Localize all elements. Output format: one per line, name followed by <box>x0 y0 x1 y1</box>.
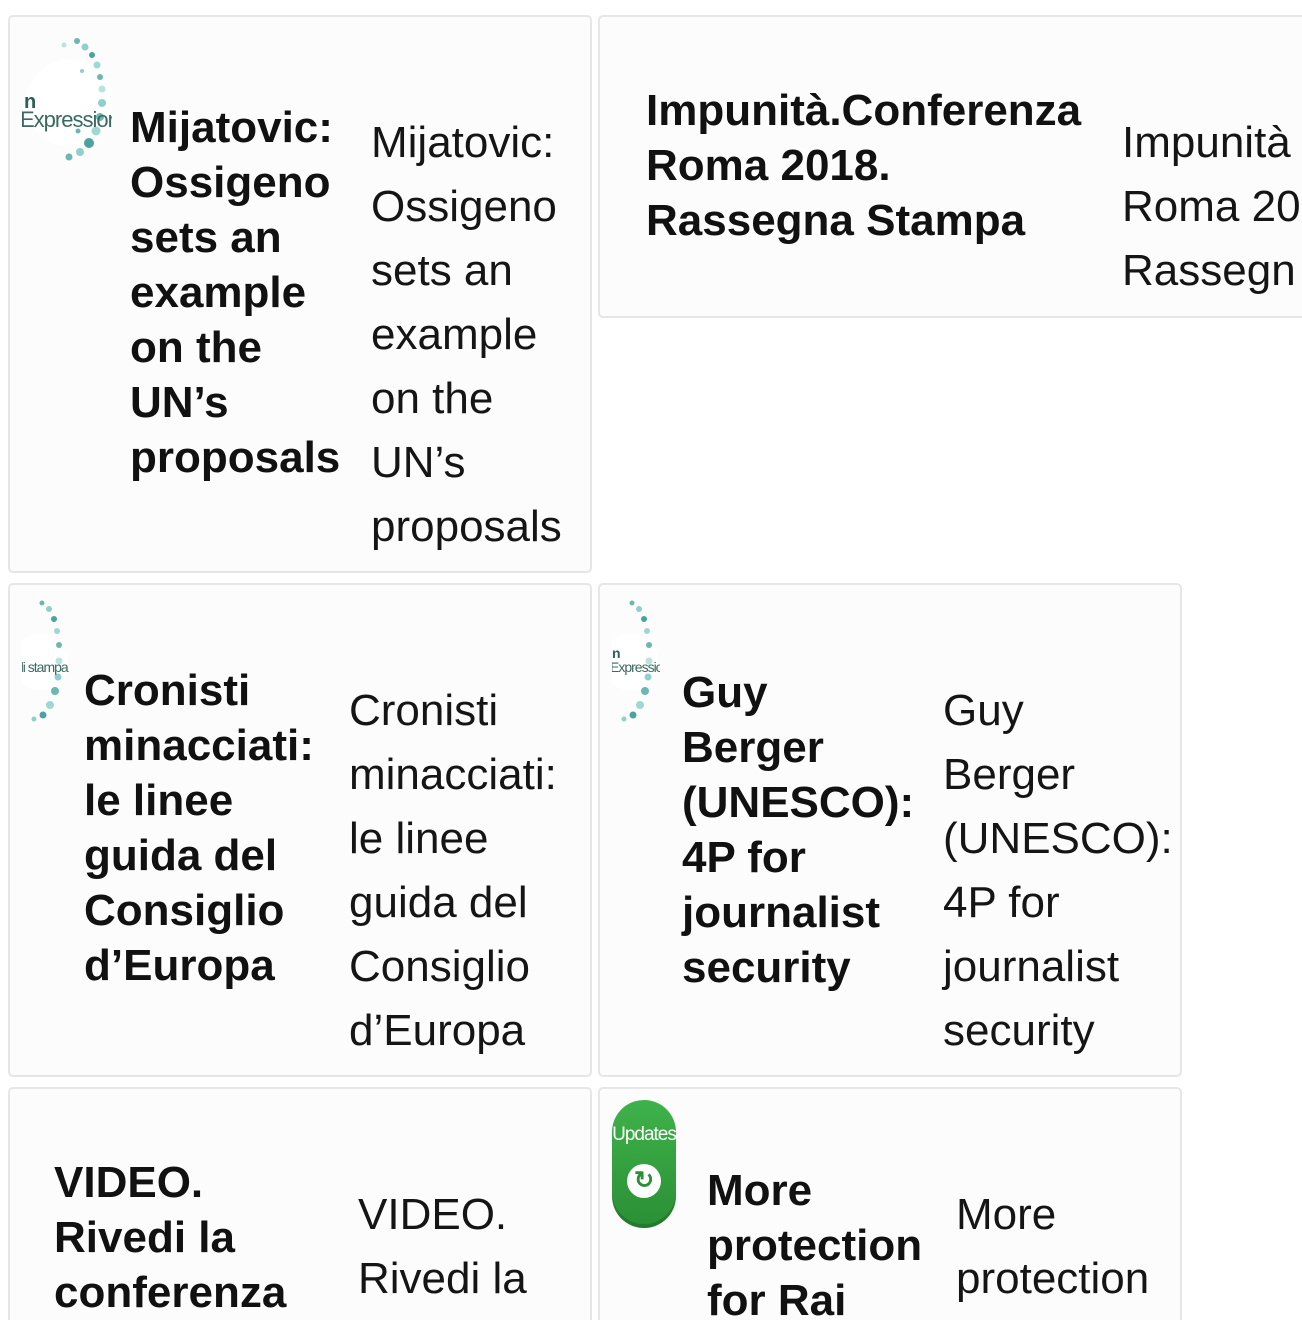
title-line: (UNESCO): <box>682 778 915 827</box>
post-excerpt: VIDEO. Rivedi la <box>358 1183 527 1311</box>
excerpt-line: Mijatovic: <box>371 118 555 167</box>
post-card-cronisti[interactable]: di stampa Cronisti minacciati: le linee … <box>8 583 592 1077</box>
title-line: sets an <box>130 213 282 262</box>
excerpt-line: Impunità <box>1122 118 1291 167</box>
excerpt-line: Guy <box>943 686 1024 735</box>
excerpt-line: VIDEO. <box>358 1190 508 1239</box>
excerpt-line: minacciati: <box>349 750 557 799</box>
post-title[interactable]: Mijatovic: Ossigeno sets an example on t… <box>130 100 340 485</box>
title-line: Rassegna Stampa <box>646 196 1026 245</box>
title-line: Mijatovic: <box>130 103 333 152</box>
title-line: conferenza <box>54 1268 287 1317</box>
title-line: Roma 2018. <box>646 141 891 190</box>
post-title[interactable]: Impunità.Conferenza Roma 2018. Rassegna … <box>646 83 1081 248</box>
post-thumbnail[interactable]: di stampa <box>22 597 70 727</box>
excerpt-line: Ossigeno <box>371 182 557 231</box>
excerpt-line: Rassegn <box>1122 246 1296 295</box>
page: n Expression Mijatovic: Ossigeno sets an… <box>0 0 1302 1320</box>
title-line: security <box>682 943 851 992</box>
post-thumbnail[interactable]: n Expression <box>612 597 660 727</box>
post-title[interactable]: More protection for Rai <box>707 1163 922 1320</box>
excerpt-line: Roma 20 <box>1122 182 1301 231</box>
post-card-mijatovic[interactable]: n Expression Mijatovic: Ossigeno sets an… <box>8 15 592 573</box>
excerpt-line: le linee <box>349 814 489 863</box>
excerpt-line: proposals <box>371 502 562 551</box>
title-line: VIDEO. <box>54 1158 204 1207</box>
dotted-circle-logo-icon <box>26 38 112 161</box>
title-line: journalist <box>682 888 881 937</box>
post-excerpt: Mijatovic: Ossigeno sets an example on t… <box>371 111 562 559</box>
title-line: d’Europa <box>84 941 275 990</box>
title-line: Berger <box>682 723 824 772</box>
post-card-more-protection[interactable]: More protection for Rai More protection <box>598 1087 1182 1320</box>
title-line: le linee <box>84 776 234 825</box>
title-line: Impunità.Conferenza <box>646 86 1082 135</box>
thumbnail-logo-text: Expression <box>612 659 660 675</box>
title-line: UN’s <box>130 378 229 427</box>
excerpt-line: Rivedi la <box>358 1254 527 1303</box>
title-line: Rivedi la <box>54 1213 235 1262</box>
title-line: Guy <box>682 668 768 717</box>
excerpt-line: UN’s <box>371 438 466 487</box>
excerpt-line: (UNESCO): <box>943 814 1173 863</box>
post-thumbnail[interactable]: n Expression <box>22 31 112 176</box>
thumbnail-logo-text: Expression <box>22 107 112 132</box>
excerpt-line: More <box>956 1190 1057 1239</box>
post-card-impunita[interactable]: Impunità.Conferenza Roma 2018. Rassegna … <box>598 15 1302 318</box>
excerpt-line: Consiglio <box>349 942 530 991</box>
title-line: minacciati: <box>84 721 314 770</box>
title-line: on the <box>130 323 262 372</box>
excerpt-line: Cronisti <box>349 686 499 735</box>
post-excerpt: More protection <box>956 1183 1149 1311</box>
title-line: More <box>707 1166 813 1215</box>
post-card-video-conferenza[interactable]: VIDEO. Rivedi la conferenza VIDEO. Rived… <box>8 1087 592 1320</box>
excerpt-line: protection <box>956 1254 1150 1303</box>
post-card-guy-berger[interactable]: n Expression Guy Berger (UNESCO): 4P for… <box>598 583 1182 1077</box>
thumbnail-logo-text: di stampa <box>22 659 69 675</box>
title-line: for Rai <box>707 1276 847 1320</box>
title-line: proposals <box>130 433 341 482</box>
post-excerpt: Cronisti minacciati: le linee guida del … <box>349 679 557 1063</box>
title-line: 4P for <box>682 833 806 882</box>
excerpt-line: sets an <box>371 246 513 295</box>
excerpt-line: Berger <box>943 750 1076 799</box>
excerpt-line: 4P for <box>943 878 1060 927</box>
excerpt-line: guida del <box>349 878 528 927</box>
title-line: Ossigeno <box>130 158 331 207</box>
post-excerpt: Impunità Roma 20 Rassegn <box>1122 111 1301 303</box>
post-title[interactable]: Guy Berger (UNESCO): 4P for journalist s… <box>682 665 914 995</box>
title-line: protection <box>707 1221 923 1270</box>
title-line: example <box>130 268 307 317</box>
post-excerpt: Guy Berger (UNESCO): 4P for journalist s… <box>943 679 1173 1063</box>
post-title[interactable]: Cronisti minacciati: le linee guida del … <box>84 663 314 993</box>
post-title[interactable]: VIDEO. Rivedi la conferenza <box>54 1155 286 1320</box>
excerpt-line: security <box>943 1006 1095 1055</box>
updates-badge-icon[interactable]: Updates ↻ <box>612 1100 677 1228</box>
title-line: Cronisti <box>84 666 251 715</box>
excerpt-line: journalist <box>943 942 1120 991</box>
excerpt-line: d’Europa <box>349 1006 526 1055</box>
title-line: guida del <box>84 831 278 880</box>
excerpt-line: example <box>371 310 538 359</box>
title-line: Consiglio <box>84 886 285 935</box>
refresh-bolt-icon: ↻ <box>627 1164 661 1198</box>
badge-label: Updates <box>612 1124 677 1145</box>
excerpt-line: on the <box>371 374 494 423</box>
